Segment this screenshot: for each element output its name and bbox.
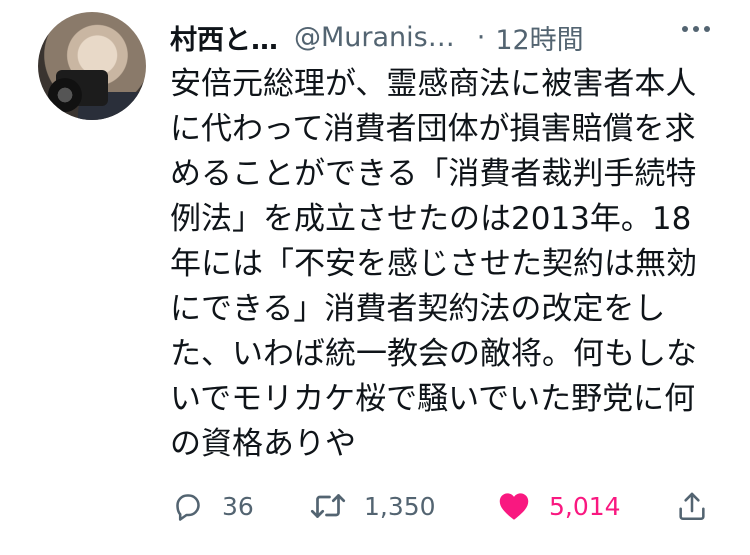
like-count: 5,014: [549, 491, 621, 521]
tweet-text-line: の資格ありや: [170, 426, 356, 462]
more-dot: [704, 26, 710, 32]
author-handle[interactable]: @Muranis…: [294, 22, 455, 53]
tweet-header: 村西と… @Muranis… · 12時間: [170, 14, 720, 60]
avatar[interactable]: [38, 12, 146, 120]
tweet-text-line: 年には「不安を感じさせた契約は無効: [170, 246, 697, 282]
more-icon[interactable]: [682, 26, 710, 32]
like-button[interactable]: 5,014: [495, 484, 621, 528]
tweet-text-line: いでモリカケ桜で騒いでいた野党に何: [170, 381, 696, 417]
avatar-camera-lens: [48, 78, 82, 112]
tweet-text-line: に代わって消費者団体が損害賠償を求: [170, 111, 696, 147]
reply-button[interactable]: 36: [170, 484, 254, 528]
header-separator: ·: [476, 21, 486, 53]
retweet-icon: [310, 494, 346, 518]
retweet-count: 1,350: [364, 491, 436, 521]
tweet-timestamp[interactable]: 12時間: [495, 18, 583, 57]
tweet-text-line: めることができる「消費者裁判手続特: [170, 156, 697, 192]
author-name[interactable]: 村西と…: [170, 18, 278, 57]
heart-icon: [499, 493, 529, 520]
more-dot: [693, 26, 699, 32]
tweet-actions: 36 1,350 5,014: [170, 484, 715, 528]
tweet-text-line: 安倍元総理が、霊感商法に被害者本人: [170, 66, 697, 102]
reply-count: 36: [222, 491, 254, 521]
share-button[interactable]: [675, 484, 709, 528]
tweet-text-line: にできる」消費者契約法の改定をし: [170, 291, 666, 327]
tweet-text-line: 例法」を成立させたのは2013年。18: [170, 201, 692, 237]
tweet-text: 安倍元総理が、霊感商法に被害者本人 に代わって消費者団体が損害賠償を求 めること…: [170, 62, 730, 467]
reply-icon: [176, 494, 200, 521]
tweet-text-line: た、いわば統一教会の敵将。何もしな: [170, 336, 697, 372]
share-icon: [679, 492, 705, 521]
more-dot: [682, 26, 688, 32]
retweet-button[interactable]: 1,350: [308, 484, 436, 528]
